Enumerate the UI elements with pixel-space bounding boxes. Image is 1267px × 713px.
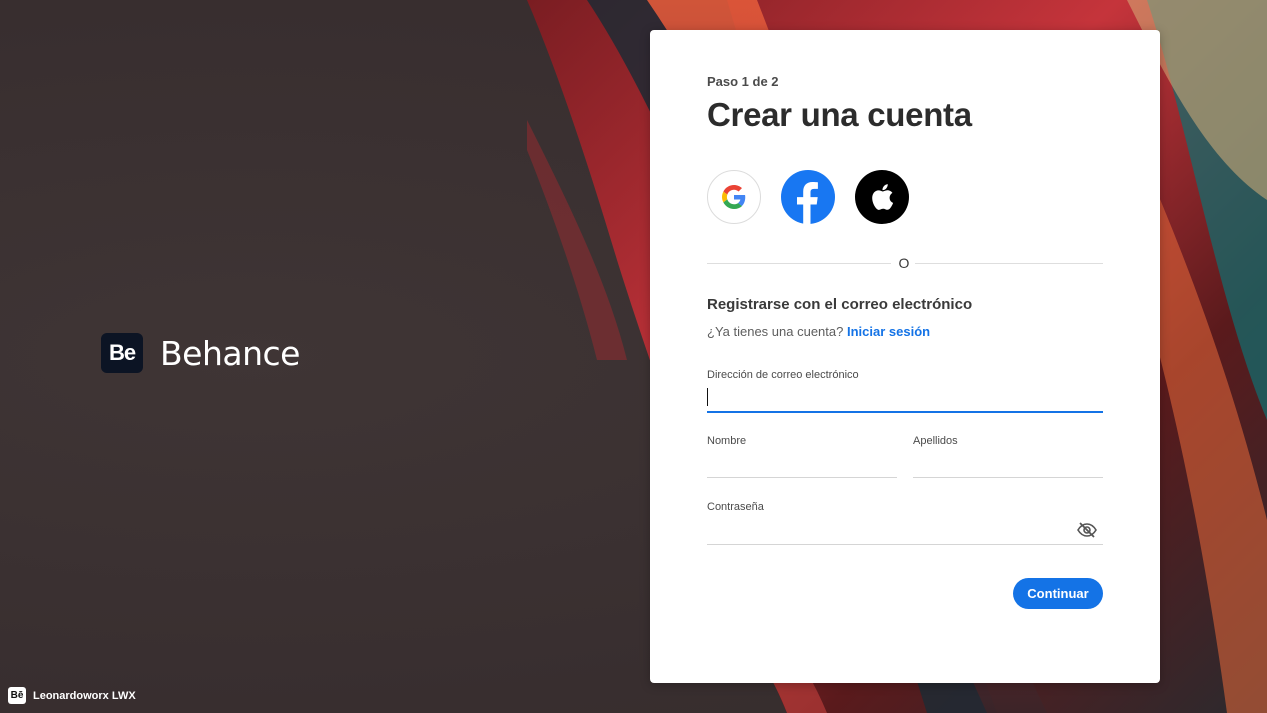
- password-input[interactable]: [707, 517, 1103, 545]
- last-name-input[interactable]: [913, 450, 1103, 478]
- email-input[interactable]: [707, 385, 1103, 413]
- signup-card: Paso 1 de 2 Crear una cuenta O Registrar…: [650, 30, 1160, 683]
- divider-line: [915, 263, 1103, 264]
- or-divider: O: [707, 254, 1103, 274]
- behance-logo: Be: [101, 333, 143, 373]
- facebook-icon: [797, 182, 818, 224]
- google-icon: [722, 185, 746, 209]
- have-account-text: ¿Ya tienes una cuenta?: [707, 324, 844, 339]
- apple-login-button[interactable]: [855, 170, 909, 224]
- eye-off-icon[interactable]: [1077, 522, 1097, 538]
- apple-icon: [872, 184, 894, 210]
- behance-brand[interactable]: Be Behance: [101, 333, 300, 373]
- first-name-field: Nombre: [707, 435, 897, 478]
- text-caret: [707, 388, 708, 406]
- password-label: Contraseña: [707, 501, 764, 513]
- divider-line: [707, 263, 891, 264]
- first-name-input[interactable]: [707, 450, 897, 478]
- email-field: Dirección de correo electrónico: [707, 369, 1103, 413]
- page-title: Crear una cuenta: [707, 96, 972, 133]
- continue-button[interactable]: Continuar: [1013, 578, 1103, 609]
- social-login-buttons: [707, 170, 909, 224]
- behance-small-logo: Bē: [8, 687, 26, 704]
- credit-name[interactable]: Leonardoworx LWX: [33, 690, 136, 702]
- divider-text: O: [898, 255, 910, 271]
- brand-name: Behance: [160, 333, 300, 373]
- google-login-button[interactable]: [707, 170, 761, 224]
- section-title: Registrarse con el correo electrónico: [707, 296, 973, 313]
- step-indicator: Paso 1 de 2: [707, 74, 779, 89]
- artwork-credit[interactable]: Bē Leonardoworx LWX: [8, 687, 136, 704]
- last-name-field: Apellidos: [913, 435, 1103, 478]
- last-name-label: Apellidos: [913, 435, 958, 447]
- password-field: Contraseña: [707, 501, 1103, 545]
- first-name-label: Nombre: [707, 435, 747, 447]
- facebook-login-button[interactable]: [781, 170, 835, 224]
- signin-prompt: ¿Ya tienes una cuenta? Iniciar sesión: [707, 324, 930, 339]
- signin-link[interactable]: Iniciar sesión: [847, 324, 930, 339]
- email-label: Dirección de correo electrónico: [707, 369, 859, 381]
